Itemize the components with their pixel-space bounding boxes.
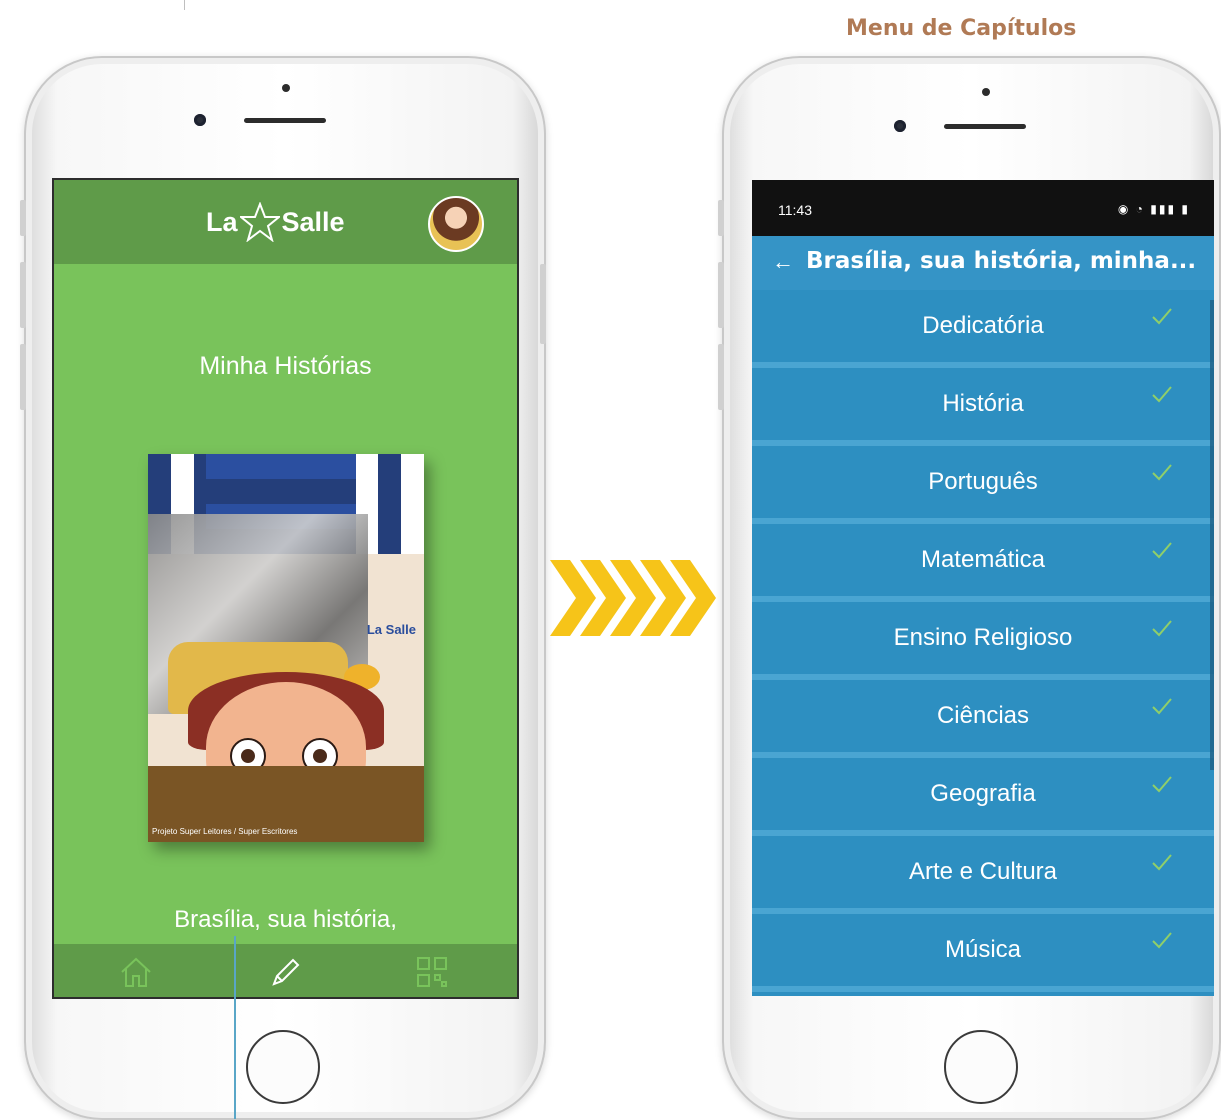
proximity-sensor (282, 84, 290, 92)
book-cover[interactable]: La Salle Projeto Super Leitores / Super … (148, 454, 424, 842)
home-icon[interactable] (118, 954, 154, 990)
volume-down-button (20, 344, 26, 410)
status-icons: ◉ ◔ ▮▮▮ ▮ (1117, 202, 1190, 216)
check-icon (1152, 854, 1172, 871)
back-arrow-icon[interactable]: ← (772, 249, 794, 275)
chapter-label: Ciências (936, 702, 1030, 729)
front-camera (194, 114, 206, 126)
status-time: 11:43 (778, 202, 812, 218)
check-icon (1152, 386, 1172, 403)
volume-up-button (20, 262, 26, 328)
divider-tick (184, 0, 185, 10)
chapter-item[interactable]: Matemática (752, 524, 1214, 602)
proximity-sensor-right (982, 88, 990, 96)
pencil-icon[interactable] (268, 954, 304, 990)
app-header: La Salle (54, 180, 517, 264)
chapter-item[interactable]: Música (752, 914, 1214, 992)
chapter-item[interactable]: História (752, 368, 1214, 446)
avatar[interactable] (428, 196, 484, 252)
earpiece-speaker-right (944, 124, 1026, 129)
scrollbar[interactable] (1210, 300, 1214, 770)
mute-switch (20, 200, 26, 236)
chapter-item[interactable]: Ciências (752, 680, 1214, 758)
bottom-nav (54, 944, 517, 997)
check-icon (1152, 542, 1172, 559)
chapter-label: Arte e Cultura (908, 858, 1058, 885)
chapter-label: Dedicatória (922, 312, 1044, 339)
right-screen: 11:43 ◉ ◔ ▮▮▮ ▮ ← Brasília, sua história… (752, 180, 1214, 996)
chevron-arrows-icon (550, 560, 716, 636)
chapter-item[interactable]: Ensino Religioso (752, 602, 1214, 680)
earpiece-speaker (244, 118, 326, 123)
logo-text-left: La (206, 206, 238, 237)
home-button[interactable] (246, 1030, 320, 1104)
check-icon (1152, 308, 1172, 325)
chapter-label: Ensino Religioso (893, 624, 1073, 651)
chapter-label: Matemática (920, 546, 1046, 573)
toolbar-title: Brasília, sua história, minha... (806, 248, 1197, 274)
chapter-label: Geografia (930, 780, 1036, 807)
volume-up-button-right (718, 262, 724, 328)
cover-brand: La Salle (366, 622, 416, 637)
left-screen: La Salle Minha Histórias La Salle Projet… (52, 178, 519, 999)
lasalle-logo: La Salle (206, 202, 345, 242)
check-icon (1152, 620, 1172, 637)
front-camera-right (894, 120, 906, 132)
check-icon (1152, 776, 1172, 793)
check-icon (1152, 464, 1172, 481)
logo-text-right: Salle (281, 206, 345, 237)
screen-title: Minha Histórias (199, 352, 372, 380)
qr-code-icon[interactable] (414, 954, 450, 990)
power-button (540, 264, 546, 344)
chapter-item[interactable]: Português (752, 446, 1214, 524)
chapter-label: História (942, 390, 1024, 417)
toolbar: ← Brasília, sua história, minha... (752, 236, 1214, 290)
star-icon (239, 202, 280, 242)
chapter-item[interactable]: Dedicatória (752, 290, 1214, 368)
cover-caption: Projeto Super Leitores / Super Escritore… (152, 827, 298, 836)
status-bar: 11:43 ◉ ◔ ▮▮▮ ▮ (752, 180, 1214, 236)
chapter-label: Música (944, 936, 1022, 963)
chapter-item[interactable]: Geografia (752, 758, 1214, 836)
mute-switch-right (718, 200, 724, 236)
volume-down-button-right (718, 344, 724, 410)
page-heading: Menu de Capítulos (846, 16, 1077, 41)
chapter-list: Dedicatória História Português Matemátic… (752, 290, 1214, 992)
story-title: Brasília, sua história, (174, 906, 397, 933)
check-icon (1152, 932, 1172, 949)
chapter-item[interactable]: Arte e Cultura (752, 836, 1214, 914)
home-button-right[interactable] (944, 1030, 1018, 1104)
chapter-label: Português (928, 468, 1038, 495)
check-icon (1152, 698, 1172, 715)
callout-line (234, 936, 236, 1119)
